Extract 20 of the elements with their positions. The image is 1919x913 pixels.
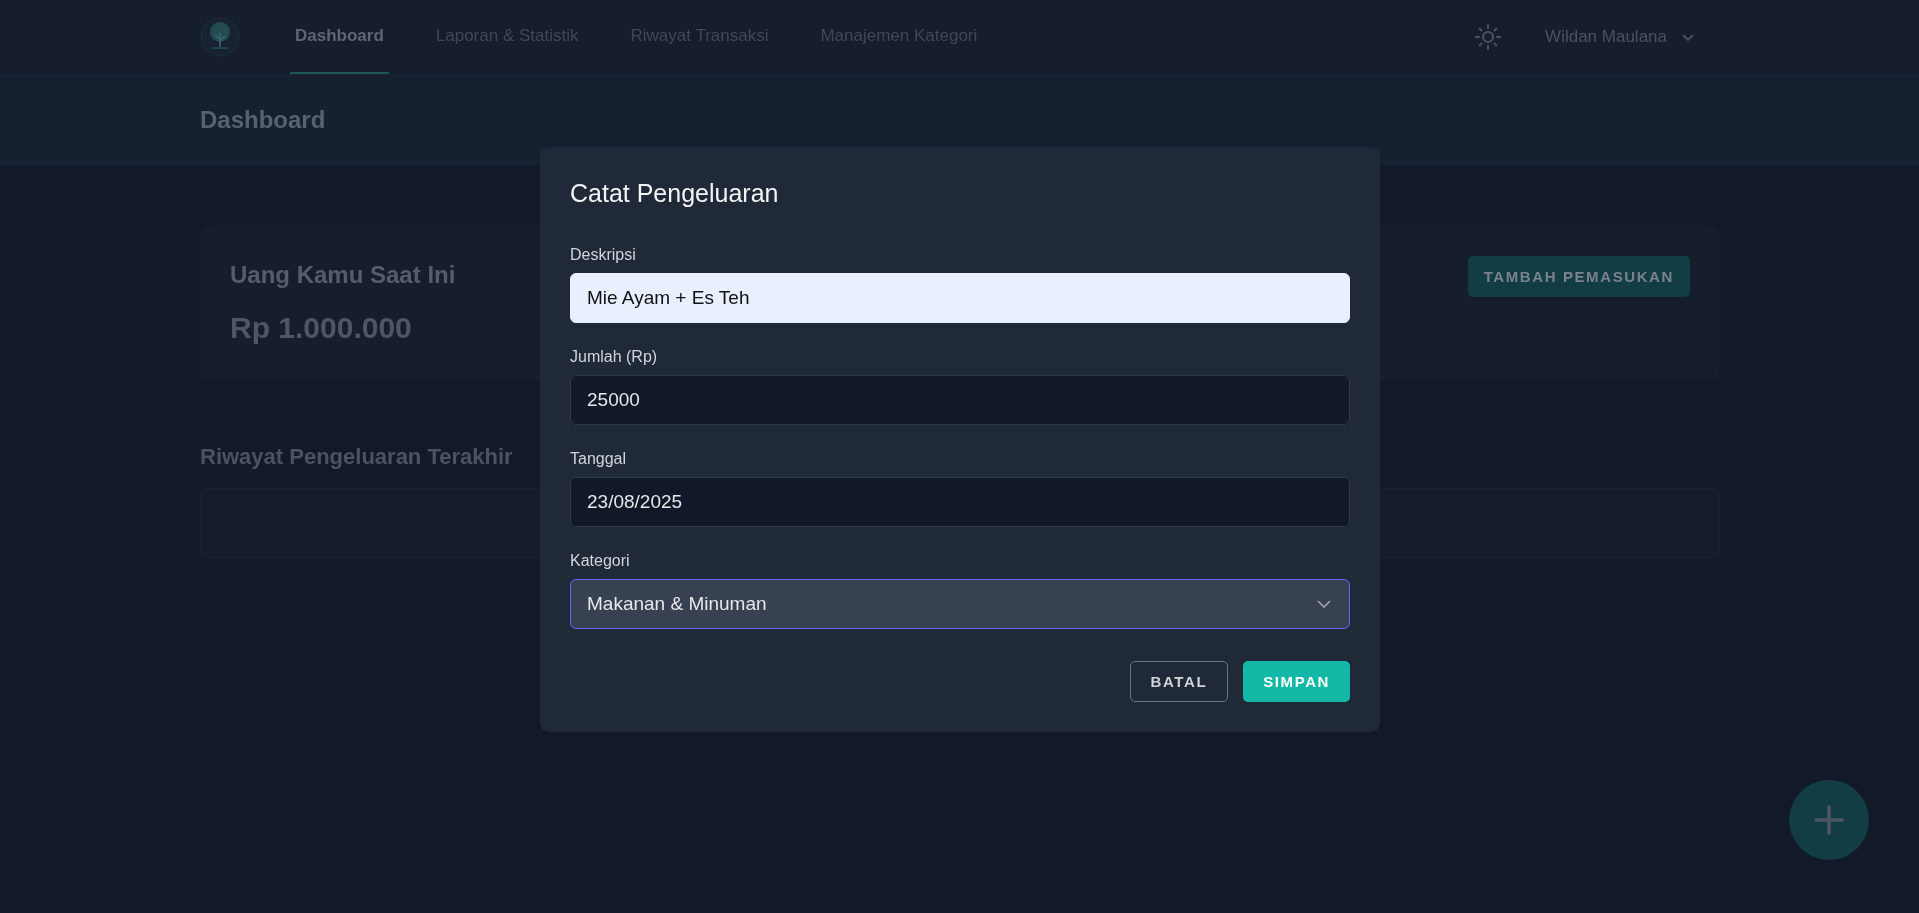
tree-logo-icon	[200, 17, 240, 57]
input-field[interactable]: Mie Ayam + Es Teh	[570, 273, 1350, 323]
balance-label: Uang Kamu Saat Ini	[230, 261, 456, 289]
select-value: Makanan & Minuman	[587, 593, 767, 615]
plus-icon	[1814, 805, 1844, 835]
add-income-button[interactable]: TAMBAH PEMASUKAN	[1467, 256, 1690, 297]
field-label: Deskripsi	[570, 246, 637, 264]
cancel-button[interactable]: BATAL	[1129, 661, 1229, 702]
category-select[interactable]: Makanan & Minuman	[570, 579, 1350, 629]
page-title: Dashboard	[200, 106, 326, 134]
field-label: Tanggal	[570, 450, 628, 468]
field-label: Kategori	[570, 552, 631, 570]
input-field[interactable]: 23/08/2025	[570, 477, 1350, 527]
sun-icon[interactable]	[1475, 24, 1502, 50]
input-field[interactable]: 25000	[570, 375, 1350, 425]
balance-amount: Rp 1.000.000	[230, 311, 413, 345]
section-title: Riwayat Pengeluaran Terakhir	[200, 444, 513, 470]
save-button[interactable]: SIMPAN	[1243, 661, 1350, 702]
field-label: Jumlah (Rp)	[570, 348, 659, 366]
dialog-title: Catat Pengeluaran	[570, 179, 780, 208]
